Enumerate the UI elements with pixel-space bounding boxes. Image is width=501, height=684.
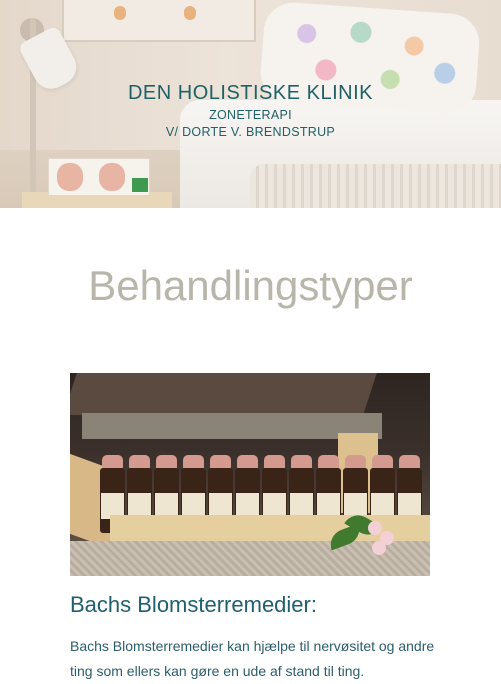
site-title[interactable]: DEN HOLISTISKE KLINIK xyxy=(0,82,501,105)
section-heading: Bachs Blomsterremedier: xyxy=(70,592,317,617)
green-box xyxy=(132,178,148,192)
flower-decoration xyxy=(326,509,398,561)
site-subtitle: ZONETERAPI xyxy=(209,108,292,122)
blossom xyxy=(372,541,386,555)
wall-picture xyxy=(62,0,256,42)
section-description: Bachs Blomsterremedier kan hjælpe til ne… xyxy=(70,638,435,679)
bach-remedies-photo xyxy=(70,373,430,576)
blossom xyxy=(368,521,382,535)
page-title: Behandlingstyper xyxy=(88,262,413,309)
hero-banner: DEN HOLISTISKE KLINIK ZONETERAPI V/ DORT… xyxy=(0,0,501,208)
foot-chart-right xyxy=(99,163,125,191)
foot-chart-left xyxy=(57,163,83,191)
picture-detail xyxy=(184,6,196,20)
site-owner: V/ DORTE V. BRENDSTRUP xyxy=(165,125,336,139)
box-tray xyxy=(82,413,382,439)
blanket xyxy=(250,164,501,208)
box-lid xyxy=(70,373,377,415)
picture-detail xyxy=(114,6,126,20)
